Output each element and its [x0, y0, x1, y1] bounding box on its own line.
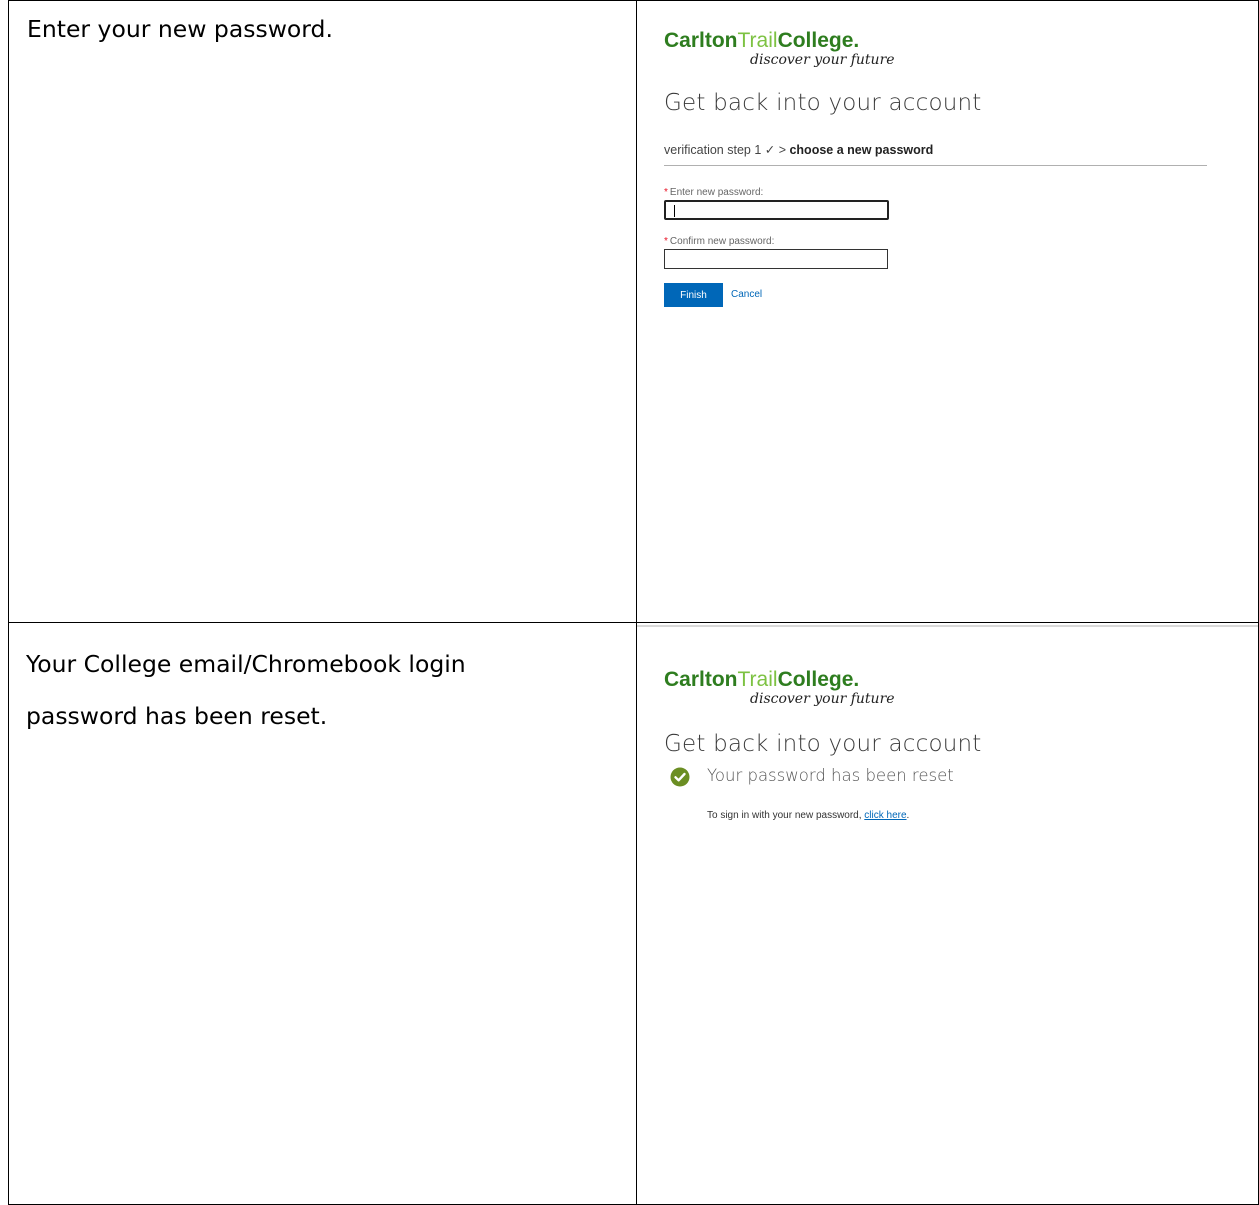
screenshot-top-border: [637, 625, 1258, 627]
svg-text:discover your future: discover your future: [750, 52, 895, 68]
instruction-text-2: Your College email/Chromebook login passw…: [26, 650, 466, 730]
instruction-text-1: Enter your new password.: [27, 15, 333, 43]
click-here-link[interactable]: click here: [864, 810, 906, 821]
svg-text:CarltonTrailCollege.: CarltonTrailCollege.: [664, 668, 859, 691]
finish-button[interactable]: Finish: [664, 283, 723, 307]
screenshot-choose-password: CarltonTrailCollege. discover your futur…: [637, 1, 1258, 622]
step-completed: verification step 1 ✓ >: [664, 143, 790, 157]
instruction-cell-1: Enter your new password.: [8, 0, 637, 623]
instructions-table: Enter your new password. CarltonTrailCol…: [8, 0, 1259, 1205]
step-current: choose a new password: [789, 143, 934, 157]
svg-text:CarltonTrailCollege.: CarltonTrailCollege.: [664, 29, 859, 52]
confirm-password-label: * Confirm new password:: [664, 236, 775, 247]
college-logo: CarltonTrailCollege. discover your futur…: [664, 25, 934, 71]
screenshot-cell-1: CarltonTrailCollege. discover your futur…: [636, 0, 1259, 623]
page-heading: Get back into your account: [664, 90, 982, 116]
new-password-input[interactable]: [664, 200, 889, 220]
signin-instruction: To sign in with your new password, click…: [707, 810, 910, 821]
college-logo: CarltonTrailCollege. discover your futur…: [664, 664, 934, 710]
text-caret: [674, 205, 675, 217]
instruction-cell-2: Your College email/Chromebook login passw…: [8, 622, 637, 1205]
cancel-link[interactable]: Cancel: [731, 289, 762, 300]
required-marker: *: [664, 236, 668, 247]
verification-breadcrumb: verification step 1 ✓ > choose a new pas…: [664, 142, 1207, 166]
required-marker: *: [664, 187, 668, 198]
new-password-label: * Enter new password:: [664, 187, 764, 198]
svg-text:discover your future: discover your future: [750, 691, 895, 707]
confirm-password-input[interactable]: [664, 249, 888, 269]
